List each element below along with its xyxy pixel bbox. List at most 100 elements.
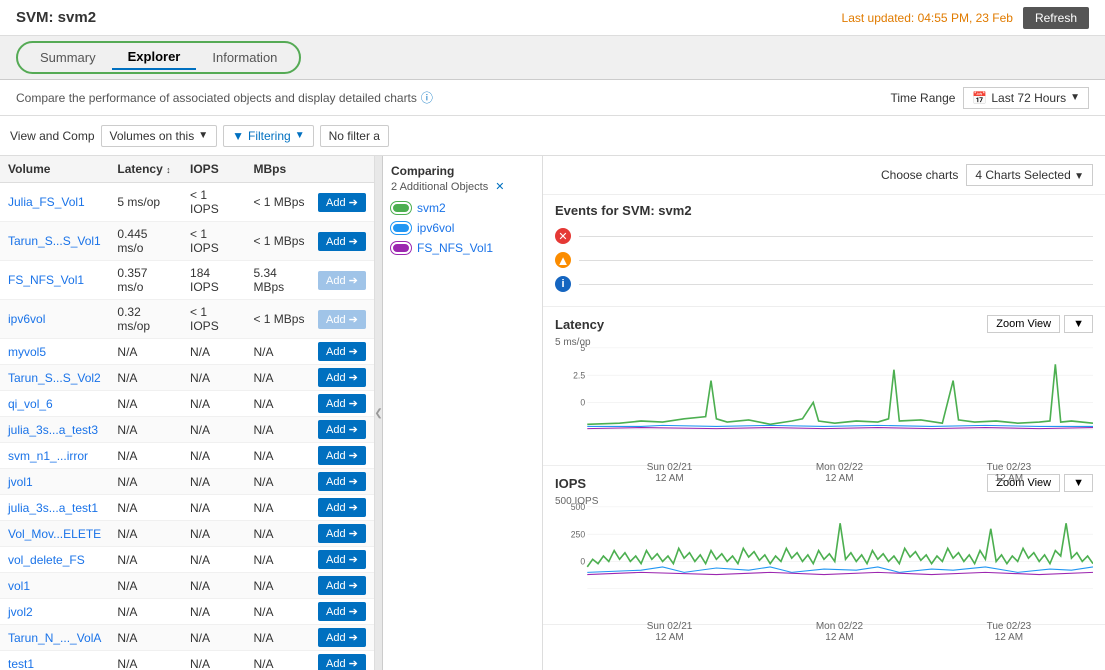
- tab-explorer[interactable]: Explorer: [112, 45, 197, 70]
- cell-mbps: N/A: [245, 651, 314, 670]
- refresh-button[interactable]: Refresh: [1023, 7, 1089, 29]
- cell-action: Add ➔: [314, 521, 374, 547]
- cell-volume[interactable]: jvol2: [0, 599, 109, 625]
- comparing-items: svm2 ipv6vol FS_NFS_Vol1: [391, 201, 534, 255]
- x-label-sun2: Sun 02/2112 AM: [647, 621, 693, 643]
- table-row: myvol5 N/A N/A N/A Add ➔: [0, 339, 374, 365]
- cell-action: Add ➔: [314, 300, 374, 339]
- cell-volume[interactable]: qi_vol_6: [0, 391, 109, 417]
- cell-action: Add ➔: [314, 547, 374, 573]
- left-panel: Volume Latency ↕ IOPS MBps Julia_FS_Vol1…: [0, 156, 375, 670]
- no-filter-dropdown[interactable]: No filter a: [320, 125, 389, 147]
- charts-select[interactable]: 4 Charts Selected ▼: [966, 164, 1093, 186]
- tab-summary[interactable]: Summary: [24, 46, 112, 69]
- latency-options-button[interactable]: ▼: [1064, 315, 1093, 333]
- cell-mbps: N/A: [245, 391, 314, 417]
- add-button[interactable]: Add ➔: [318, 472, 366, 491]
- add-button[interactable]: Add ➔: [318, 628, 366, 647]
- cell-volume[interactable]: ipv6vol: [0, 300, 109, 339]
- charts-selected-value: 4 Charts Selected: [975, 168, 1070, 182]
- comparing-name[interactable]: FS_NFS_Vol1: [417, 241, 493, 255]
- table-row: vol_delete_FS N/A N/A N/A Add ➔: [0, 547, 374, 573]
- x-label-tue: Tue 02/2312 AM: [987, 462, 1032, 484]
- cell-volume[interactable]: Vol_Mov...ELETE: [0, 521, 109, 547]
- cell-latency: 0.32 ms/op: [109, 300, 182, 339]
- iops-chart: 500 IOPS 500 250 0: [555, 496, 1093, 616]
- cell-latency: N/A: [109, 365, 182, 391]
- cell-volume[interactable]: Tarun_S...S_Vol2: [0, 365, 109, 391]
- cell-latency: N/A: [109, 625, 182, 651]
- table-row: julia_3s...a_test1 N/A N/A N/A Add ➔: [0, 495, 374, 521]
- cell-action: Add ➔: [314, 443, 374, 469]
- close-comparing-icon[interactable]: ✕: [495, 181, 504, 193]
- comparing-name[interactable]: svm2: [417, 201, 446, 215]
- cell-action: Add ➔: [314, 625, 374, 651]
- cell-volume[interactable]: svm_n1_...irror: [0, 443, 109, 469]
- toolbar-description: Compare the performance of associated ob…: [16, 89, 433, 106]
- cell-latency: N/A: [109, 547, 182, 573]
- add-button[interactable]: Add ➔: [318, 193, 366, 212]
- svg-text:0: 0: [580, 557, 585, 567]
- time-range-dropdown[interactable]: 📅 Last 72 Hours ▼: [963, 87, 1089, 109]
- latency-zoom-button[interactable]: Zoom View: [987, 315, 1060, 333]
- cell-volume[interactable]: Tarun_N_..._VolA: [0, 625, 109, 651]
- table-row: Tarun_S...S_Vol1 0.445 ms/o < 1 IOPS < 1…: [0, 222, 374, 261]
- volumes-dropdown[interactable]: Volumes on this ▼: [101, 125, 218, 147]
- cell-volume[interactable]: FS_NFS_Vol1: [0, 261, 109, 300]
- iops-section: IOPS Zoom View ▼ 500 IOPS: [543, 466, 1105, 625]
- cell-action: Add ➔: [314, 417, 374, 443]
- cell-volume[interactable]: jvol1: [0, 469, 109, 495]
- add-button[interactable]: Add ➔: [318, 498, 366, 517]
- add-button[interactable]: Add ➔: [318, 654, 366, 670]
- col-action: [314, 156, 374, 183]
- cell-volume[interactable]: Julia_FS_Vol1: [0, 183, 109, 222]
- comparing-name[interactable]: ipv6vol: [417, 221, 454, 235]
- add-button[interactable]: Add ➔: [318, 420, 366, 439]
- header-bar: SVM: svm2 Last updated: 04:55 PM, 23 Feb…: [0, 0, 1105, 36]
- table-row: jvol1 N/A N/A N/A Add ➔: [0, 469, 374, 495]
- scroll-indicator[interactable]: ❮: [375, 156, 383, 670]
- cell-action: Add ➔: [314, 495, 374, 521]
- add-button[interactable]: Add ➔: [318, 602, 366, 621]
- comparing-item: FS_NFS_Vol1: [391, 241, 534, 255]
- cell-mbps: 5.34 MBps: [245, 261, 314, 300]
- filtering-dropdown[interactable]: ▼ Filtering ▼: [223, 125, 313, 147]
- cell-action: Add ➔: [314, 469, 374, 495]
- add-button[interactable]: Add ➔: [318, 342, 366, 361]
- cell-mbps: N/A: [245, 521, 314, 547]
- comparing-panel: Comparing 2 Additional Objects ✕ svm2 ip…: [383, 156, 543, 670]
- cell-volume[interactable]: vol1: [0, 573, 109, 599]
- tab-information[interactable]: Information: [196, 46, 293, 69]
- event-row-error: ✕: [555, 226, 1093, 246]
- add-button[interactable]: Add ➔: [318, 550, 366, 569]
- table-row: Vol_Mov...ELETE N/A N/A N/A Add ➔: [0, 521, 374, 547]
- cell-volume[interactable]: myvol5: [0, 339, 109, 365]
- time-range-value: Last 72 Hours: [991, 91, 1066, 105]
- cell-volume[interactable]: test1: [0, 651, 109, 670]
- add-button[interactable]: Add ➔: [318, 232, 366, 251]
- cell-mbps: < 1 MBps: [245, 222, 314, 261]
- iops-y-label: 500 IOPS: [555, 496, 598, 507]
- add-button[interactable]: Add ➔: [318, 576, 366, 595]
- cell-volume[interactable]: Tarun_S...S_Vol1: [0, 222, 109, 261]
- cell-volume[interactable]: vol_delete_FS: [0, 547, 109, 573]
- cell-action: Add ➔: [314, 599, 374, 625]
- x-label-tue2: Tue 02/2312 AM: [987, 621, 1032, 643]
- volumes-label: Volumes on this: [110, 129, 195, 143]
- add-button[interactable]: Add ➔: [318, 394, 366, 413]
- col-latency[interactable]: Latency ↕: [109, 156, 182, 183]
- cell-iops: N/A: [182, 417, 245, 443]
- volumes-table: Volume Latency ↕ IOPS MBps Julia_FS_Vol1…: [0, 156, 374, 670]
- chevron-down-icon2: ▼: [295, 130, 305, 141]
- table-row: Tarun_N_..._VolA N/A N/A N/A Add ➔: [0, 625, 374, 651]
- add-button[interactable]: Add ➔: [318, 524, 366, 543]
- time-range-label: Time Range: [891, 91, 956, 105]
- cell-mbps: N/A: [245, 599, 314, 625]
- cell-iops: N/A: [182, 495, 245, 521]
- cell-volume[interactable]: julia_3s...a_test3: [0, 417, 109, 443]
- cell-volume[interactable]: julia_3s...a_test1: [0, 495, 109, 521]
- cell-latency: 0.357 ms/o: [109, 261, 182, 300]
- add-button[interactable]: Add ➔: [318, 446, 366, 465]
- iops-svg: 500 250 0: [555, 496, 1093, 616]
- add-button[interactable]: Add ➔: [318, 368, 366, 387]
